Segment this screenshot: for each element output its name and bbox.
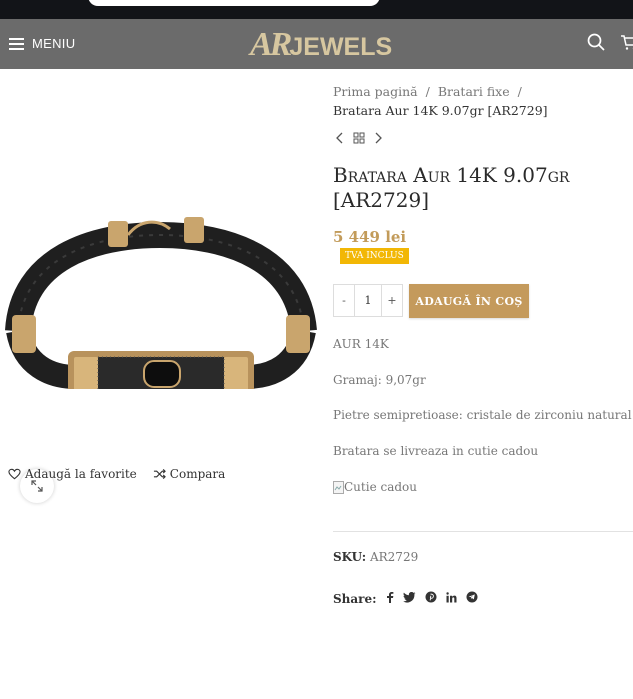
telegram-icon[interactable]: [466, 591, 478, 606]
breadcrumb-home[interactable]: Prima pagină: [333, 84, 418, 99]
add-to-cart-button[interactable]: ADAUGĂ ÎN COȘ: [409, 284, 529, 318]
qty-minus-button[interactable]: -: [333, 284, 355, 317]
heart-icon: [8, 468, 21, 480]
share-row: Share:: [333, 591, 478, 606]
compare-button[interactable]: Compara: [153, 467, 226, 481]
product-title: Bratara Aur 14K 9.07gr [AR2729]: [333, 163, 570, 212]
desc-line-2: Gramaj: 9,07gr: [333, 373, 426, 387]
address-bar[interactable]: [88, 0, 380, 6]
quantity-stepper: - 1 +: [333, 284, 403, 317]
desc-line-1: AUR 14K: [333, 337, 389, 351]
shuffle-icon: [153, 468, 166, 480]
twitter-icon[interactable]: [402, 591, 416, 606]
site-header: MENIU ARJEWELS: [0, 19, 633, 69]
share-label: Share:: [333, 591, 377, 606]
search-icon[interactable]: [587, 33, 605, 55]
qty-plus-button[interactable]: +: [381, 284, 403, 317]
pinterest-icon[interactable]: [425, 591, 437, 606]
sku: SKU: AR2729: [333, 550, 418, 564]
breadcrumb-current: Bratara Aur 14K 9.07gr [AR2729]: [333, 103, 548, 118]
product-image-bracelet: [5, 217, 317, 397]
product-navigation: [335, 129, 383, 148]
facebook-icon[interactable]: [386, 591, 394, 606]
qty-input[interactable]: 1: [355, 284, 381, 317]
site-logo[interactable]: ARJEWELS: [250, 26, 392, 64]
sku-value: AR2729: [369, 550, 419, 564]
gift-box-image: Cutie cadou: [333, 480, 417, 494]
breadcrumb-category[interactable]: Bratari fixe: [438, 84, 510, 99]
chevron-left-icon[interactable]: [335, 129, 345, 148]
browser-top-strip: [0, 0, 633, 19]
gift-box-alt-text: Cutie cadou: [344, 480, 417, 494]
tax-badge: TVA INCLUS: [340, 248, 409, 264]
desc-line-4: Bratara se livreaza in cutie cadou: [333, 444, 539, 458]
grid-icon[interactable]: [353, 129, 365, 148]
product-price: 5 449 lei: [333, 228, 407, 246]
desc-line-3: Pietre semipretioase: cristale de zircon…: [333, 408, 632, 422]
linkedin-icon[interactable]: [445, 591, 457, 606]
compare-label: Compara: [169, 467, 226, 481]
gallery-actions: Adaugă la favorite Compara: [8, 467, 241, 481]
hamburger-icon: [9, 38, 24, 50]
divider: [333, 531, 633, 532]
wishlist-button[interactable]: Adaugă la favorite: [8, 467, 137, 481]
broken-image-icon: [333, 480, 344, 494]
chevron-right-icon[interactable]: [373, 129, 383, 148]
menu-label: MENIU: [32, 36, 76, 51]
cart-icon[interactable]: [620, 33, 633, 55]
breadcrumb: Prima pagină / Bratari fixe / Bratara Au…: [333, 84, 548, 118]
wishlist-label: Adaugă la favorite: [25, 467, 137, 481]
menu-button[interactable]: MENIU: [9, 36, 75, 51]
sku-label: SKU:: [333, 550, 367, 564]
product-gallery[interactable]: [0, 69, 322, 503]
